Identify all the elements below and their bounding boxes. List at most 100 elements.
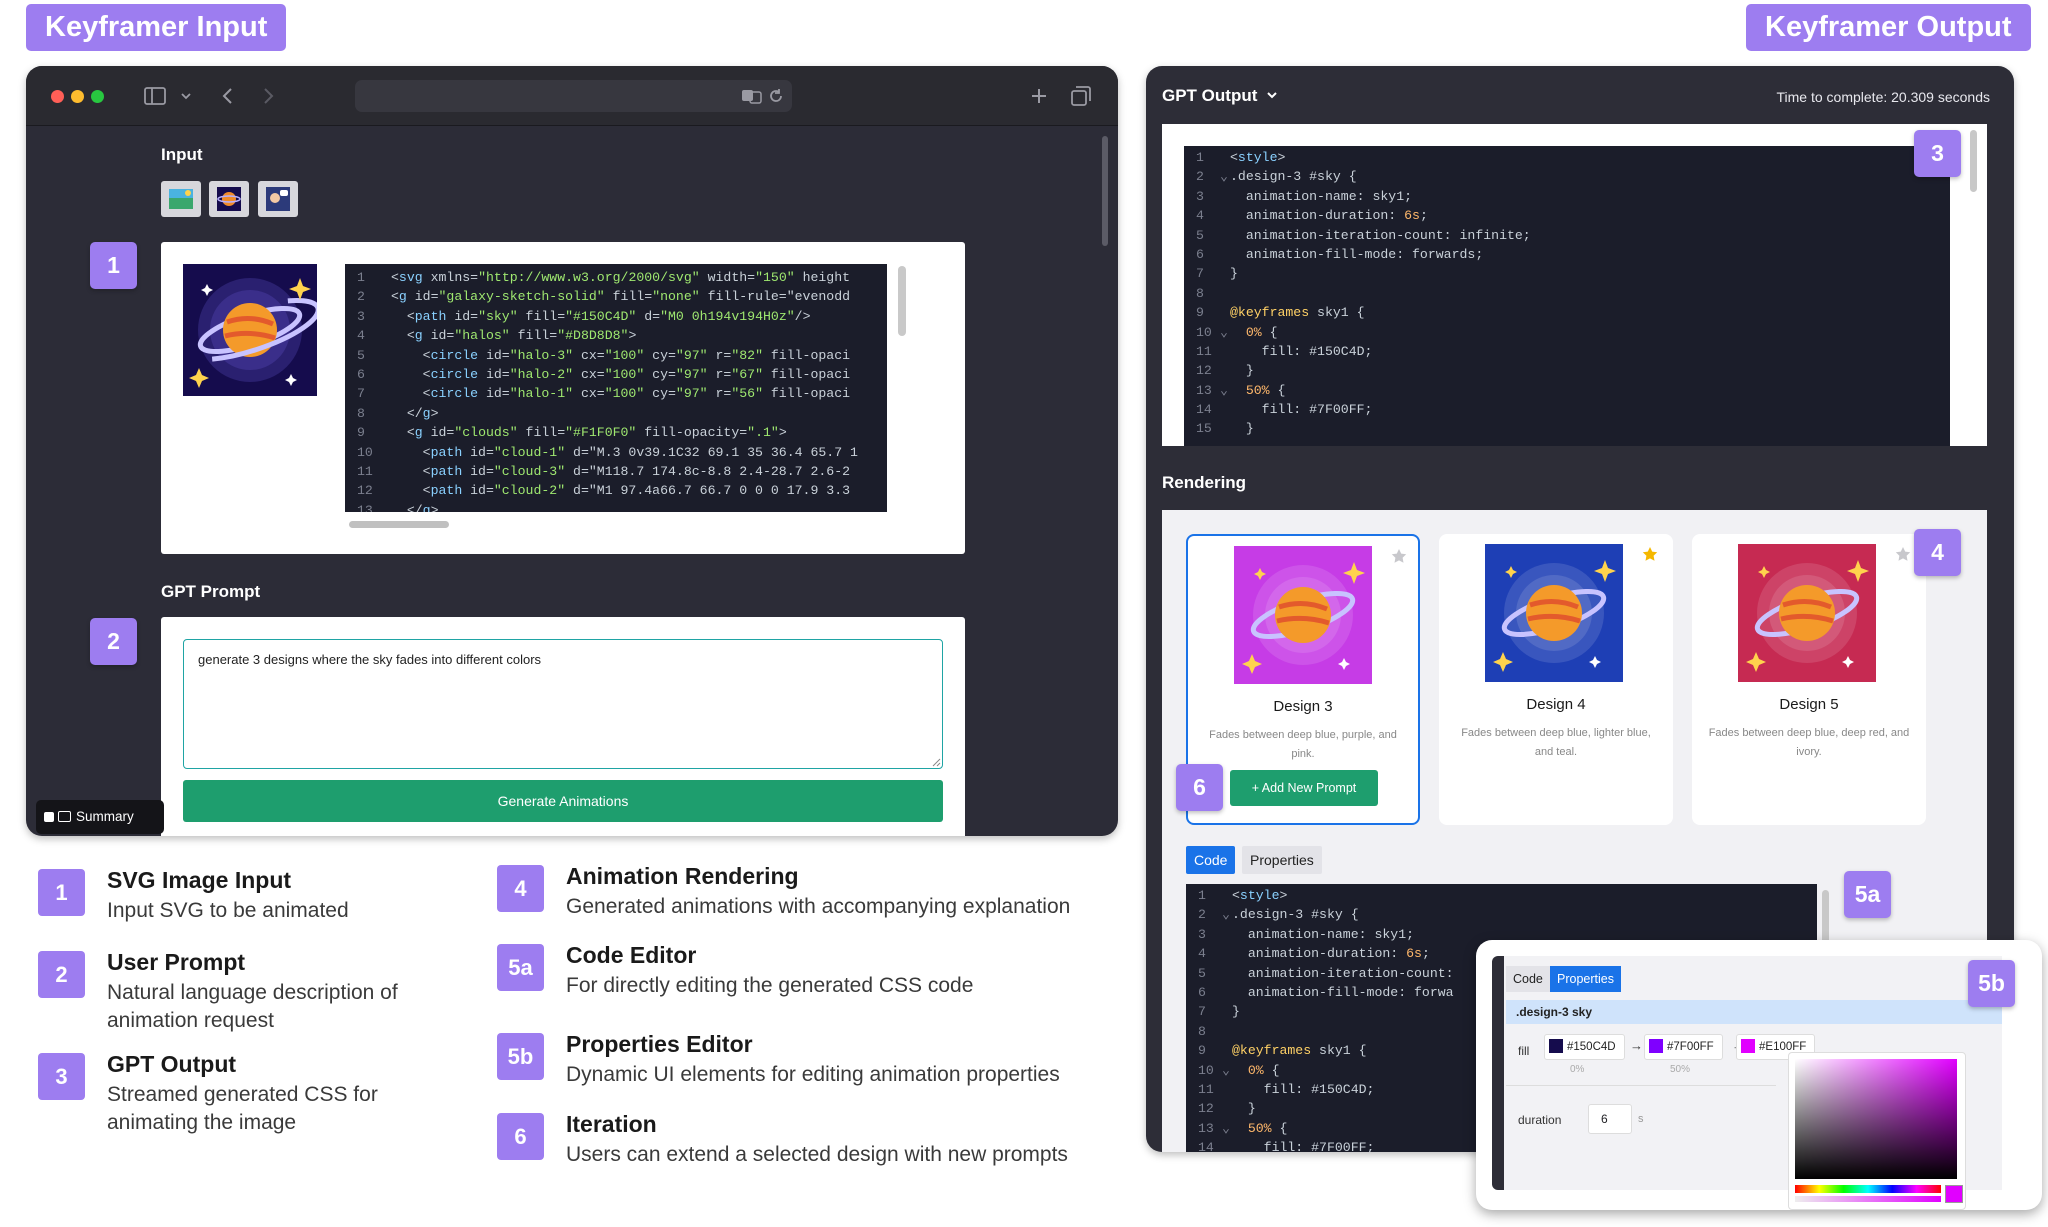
callout-badge-5b: 5b: [1968, 960, 2015, 1007]
code-line: 1 <style>: [1196, 148, 1950, 167]
code-text: <path id="cloud-1" d="M.3 0v39.1C32 69.1…: [391, 444, 858, 460]
code-line: 1 <svg xmlns="http://www.w3.org/2000/svg"…: [357, 268, 887, 287]
fold-arrow-icon[interactable]: ⌄: [1222, 1119, 1232, 1138]
svg-code-viewer[interactable]: 1 <svg xmlns="http://www.w3.org/2000/svg"…: [345, 264, 887, 512]
design-card[interactable]: Design 3 Fades between deep blue, purple…: [1176, 534, 1420, 825]
back-icon[interactable]: [220, 86, 234, 106]
fold-arrow-icon[interactable]: ⌄: [1222, 1061, 1232, 1080]
line-number: 1: [1198, 888, 1206, 903]
editor-scrollbar[interactable]: [1822, 890, 1829, 945]
legend-description: Input SVG to be animated: [107, 899, 349, 922]
summary-list-icon: [58, 811, 71, 822]
properties-editor-window: Code Properties .design-3 sky fill #150C…: [1476, 940, 2042, 1210]
code-text: fill: #7F00FF;: [1230, 402, 1373, 418]
code-vertical-scrollbar[interactable]: [898, 266, 906, 336]
address-bar[interactable]: [355, 80, 792, 112]
design-card[interactable]: Design 4 Fades between deep blue, lighte…: [1439, 534, 1673, 825]
line-number: 2: [1196, 169, 1204, 185]
legend-description: Users can extend a selected design with …: [566, 1143, 1068, 1166]
code-text: <circle id="halo-1" cx="100" cy="97" r="…: [391, 386, 851, 402]
star-icon[interactable]: [1642, 546, 1658, 562]
line-number: 2: [357, 289, 365, 305]
line-number: 13: [357, 502, 373, 512]
color-stop-field[interactable]: #150C4D: [1544, 1034, 1625, 1060]
color-swatch[interactable]: [1649, 1039, 1663, 1053]
line-number: 8: [357, 405, 365, 421]
code-horizontal-scrollbar[interactable]: [349, 521, 449, 528]
code-line: 10 <path id="cloud-1" d="M.3 0v39.1C32 6…: [357, 443, 887, 462]
star-icon[interactable]: [1391, 548, 1407, 564]
code-line: 8: [1196, 284, 1950, 303]
gpt-output-panel: 1 <style> 2 ⌄ .design-3 #sky {3 animation-na…: [1162, 124, 1987, 446]
minimize-window-button[interactable]: [71, 90, 84, 103]
fold-arrow-icon[interactable]: ⌄: [1222, 905, 1232, 924]
duration-input[interactable]: 6: [1588, 1104, 1632, 1134]
time-to-complete: Time to complete: 20.309 seconds: [1776, 89, 1991, 105]
design-name: Design 4: [1526, 696, 1586, 713]
input-thumbnail-galaxy[interactable]: [209, 181, 249, 217]
code-line: 9 <g id="clouds" fill="#F1F0F0" fill-opa…: [357, 423, 887, 442]
line-number: 9: [357, 425, 365, 441]
reload-icon[interactable]: [768, 88, 784, 104]
input-thumbnail-landscape[interactable]: [161, 181, 201, 217]
page-scrollbar[interactable]: [1102, 136, 1108, 246]
prompt-textarea[interactable]: generate 3 designs where the sky fades i…: [183, 639, 943, 769]
code-text: <circle id="halo-3" cx="100" cy="97" r="…: [391, 347, 851, 363]
star-icon[interactable]: [1895, 546, 1911, 562]
tab-code[interactable]: Code: [1186, 846, 1236, 874]
gpt-output-dropdown[interactable]: GPT Output: [1162, 86, 1278, 106]
summary-button[interactable]: Summary: [36, 800, 164, 834]
code-line: 12 <path id="cloud-2" d="M1 97.4a66.7 66…: [357, 481, 887, 500]
line-number: 7: [1198, 1004, 1206, 1020]
code-line: 13 ⌄ 50% {: [1196, 381, 1950, 400]
close-window-button[interactable]: [51, 90, 64, 103]
maximize-window-button[interactable]: [91, 90, 104, 103]
tab-properties[interactable]: Properties: [1242, 846, 1322, 874]
legend-number: 6: [497, 1113, 544, 1160]
callout-badge-4: 4: [1914, 529, 1961, 576]
line-number: 14: [1198, 1140, 1214, 1152]
design-description: Fades between deep blue, lighter blue, a…: [1461, 727, 1651, 758]
color-swatch[interactable]: [1549, 1039, 1563, 1053]
code-line: 13 </g>: [357, 501, 887, 512]
props-tab-properties[interactable]: Properties: [1550, 966, 1621, 992]
output-scrollbar[interactable]: [1970, 130, 1977, 192]
generate-animations-button[interactable]: Generate Animations: [183, 780, 943, 822]
gpt-output-code[interactable]: 1 <style> 2 ⌄ .design-3 #sky {3 animation-na…: [1184, 146, 1950, 446]
color-picker[interactable]: [1788, 1052, 1966, 1210]
color-saturation-field[interactable]: [1795, 1059, 1957, 1179]
props-tab-code[interactable]: Code: [1506, 966, 1550, 992]
chevron-down-icon[interactable]: [180, 90, 192, 102]
forward-icon[interactable]: [262, 86, 276, 106]
line-number: 13: [1196, 382, 1212, 398]
callout-badge-3: 3: [1914, 130, 1961, 177]
alpha-slider[interactable]: [1795, 1196, 1941, 1202]
code-line: 5 animation-iteration-count: infinite;: [1196, 226, 1950, 245]
stop-percent: 50%: [1670, 1064, 1691, 1075]
translate-icon[interactable]: [741, 88, 763, 104]
duration-label: duration: [1518, 1113, 1562, 1127]
design-card[interactable]: Design 5 Fades between deep blue, deep r…: [1692, 534, 1926, 825]
hue-slider[interactable]: [1795, 1185, 1941, 1193]
add-new-prompt-button[interactable]: + Add New Prompt: [1230, 770, 1378, 806]
color-swatch[interactable]: [1741, 1039, 1755, 1053]
code-text: }: [1232, 1101, 1256, 1117]
resize-handle-icon[interactable]: [931, 757, 941, 767]
code-text: </g>: [391, 405, 439, 421]
code-text: fill: #150C4D;: [1230, 343, 1373, 359]
color-stop-field[interactable]: #7F00FF: [1644, 1034, 1723, 1060]
new-tab-icon[interactable]: [1029, 86, 1049, 106]
keyframer-input-header: Keyframer Input: [26, 4, 287, 51]
sidebar-toggle-icon[interactable]: [143, 86, 167, 106]
code-text: animation-name: sky1;: [1232, 926, 1415, 942]
fold-arrow-icon[interactable]: ⌄: [1220, 167, 1230, 186]
fold-arrow-icon[interactable]: ⌄: [1220, 381, 1230, 400]
fold-arrow-icon[interactable]: ⌄: [1220, 323, 1230, 342]
svg-preview-image: [183, 264, 321, 396]
code-text: animation-duration: 6s;: [1230, 208, 1428, 224]
code-line: 7}: [1196, 264, 1950, 283]
input-thumbnail-portrait[interactable]: [258, 181, 298, 217]
line-number: 12: [1196, 363, 1212, 379]
tabs-overview-icon[interactable]: [1070, 85, 1092, 107]
line-number: 11: [357, 463, 373, 479]
